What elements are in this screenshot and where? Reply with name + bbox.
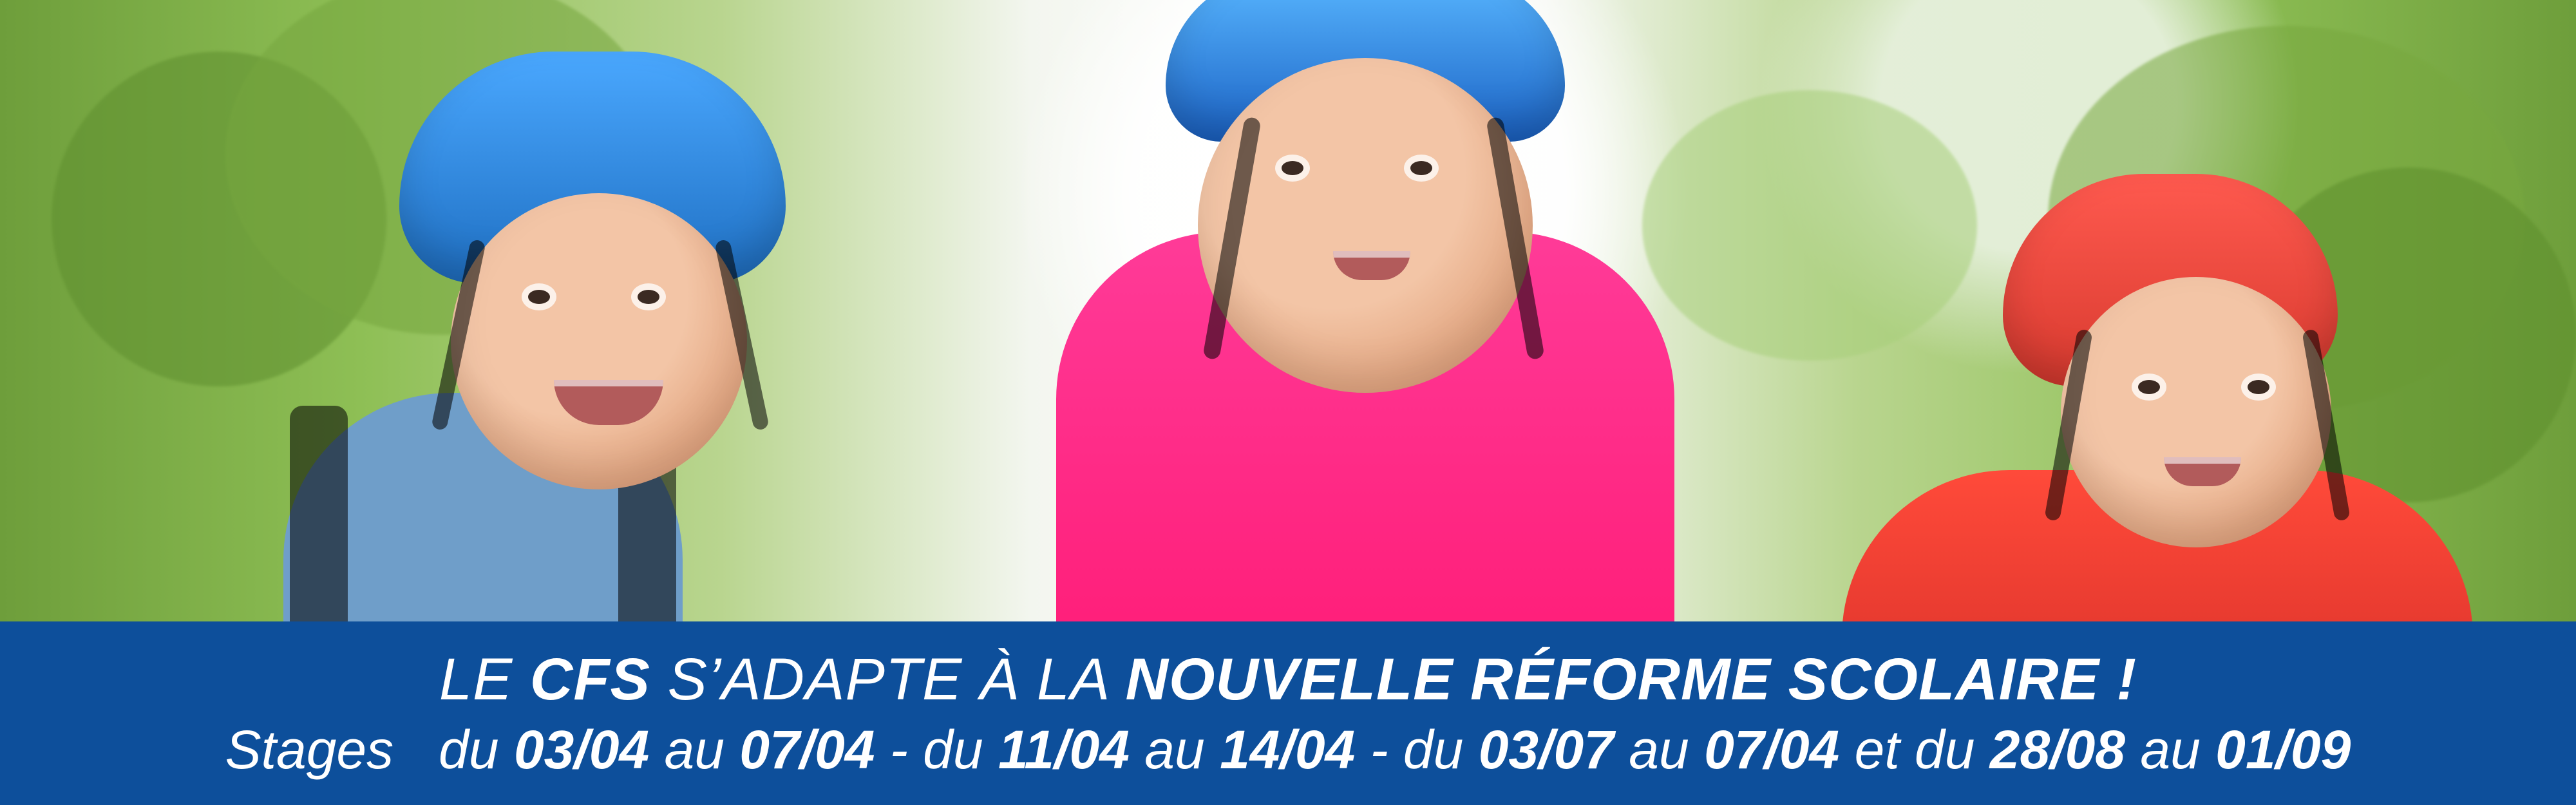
date: 07/04: [1704, 719, 1840, 780]
stages-label: Stages: [225, 719, 394, 780]
kid-left-eye: [638, 290, 659, 304]
date: 03/04: [513, 719, 650, 780]
kid-center-face: [1198, 58, 1533, 393]
kids-bike-photo: [0, 0, 2576, 741]
dates-part: - du: [1370, 719, 1479, 780]
kid-right-eye: [2248, 380, 2269, 394]
kid-center-eye: [1410, 161, 1432, 175]
dates-part: au: [1629, 719, 1705, 780]
date: 01/09: [2215, 719, 2351, 780]
kid-center-eye: [1282, 161, 1303, 175]
date: 28/08: [1989, 719, 2126, 780]
kid-right-face: [2061, 277, 2331, 547]
dates-part: - du: [889, 719, 998, 780]
kid-left: [90, 45, 850, 676]
kid-center: [953, 0, 1777, 631]
date: 11/04: [998, 719, 1130, 780]
headline-emphasis: NOUVELLE RÉFORME SCOLAIRE !: [1125, 647, 2137, 713]
dates-part: et du: [1854, 719, 1990, 780]
dates-part: au: [1144, 719, 1220, 780]
kid-right-eye: [2138, 380, 2160, 394]
brand-name: CFS: [529, 647, 650, 713]
date: 07/04: [739, 719, 875, 780]
stages-dates: Stages du 03/04 au 07/04 - du 11/04 au 1…: [225, 721, 2351, 778]
kid-right: [1726, 135, 2499, 741]
kid-left-face: [451, 193, 747, 489]
hero-banner: LE CFS S’ADAPTE À LA NOUVELLE RÉFORME SC…: [0, 0, 2576, 805]
dates-part: au: [664, 719, 740, 780]
kid-left-eye: [528, 290, 550, 304]
headline-middle: S’ADAPTE À LA: [667, 647, 1126, 713]
date: 14/04: [1220, 719, 1356, 780]
dates-part: au: [2140, 719, 2216, 780]
announcement-bar: LE CFS S’ADAPTE À LA NOUVELLE RÉFORME SC…: [0, 621, 2576, 805]
headline-prefix: LE: [439, 647, 530, 713]
dates-part: du: [439, 719, 514, 780]
headline: LE CFS S’ADAPTE À LA NOUVELLE RÉFORME SC…: [439, 649, 2137, 711]
date: 03/07: [1478, 719, 1614, 780]
